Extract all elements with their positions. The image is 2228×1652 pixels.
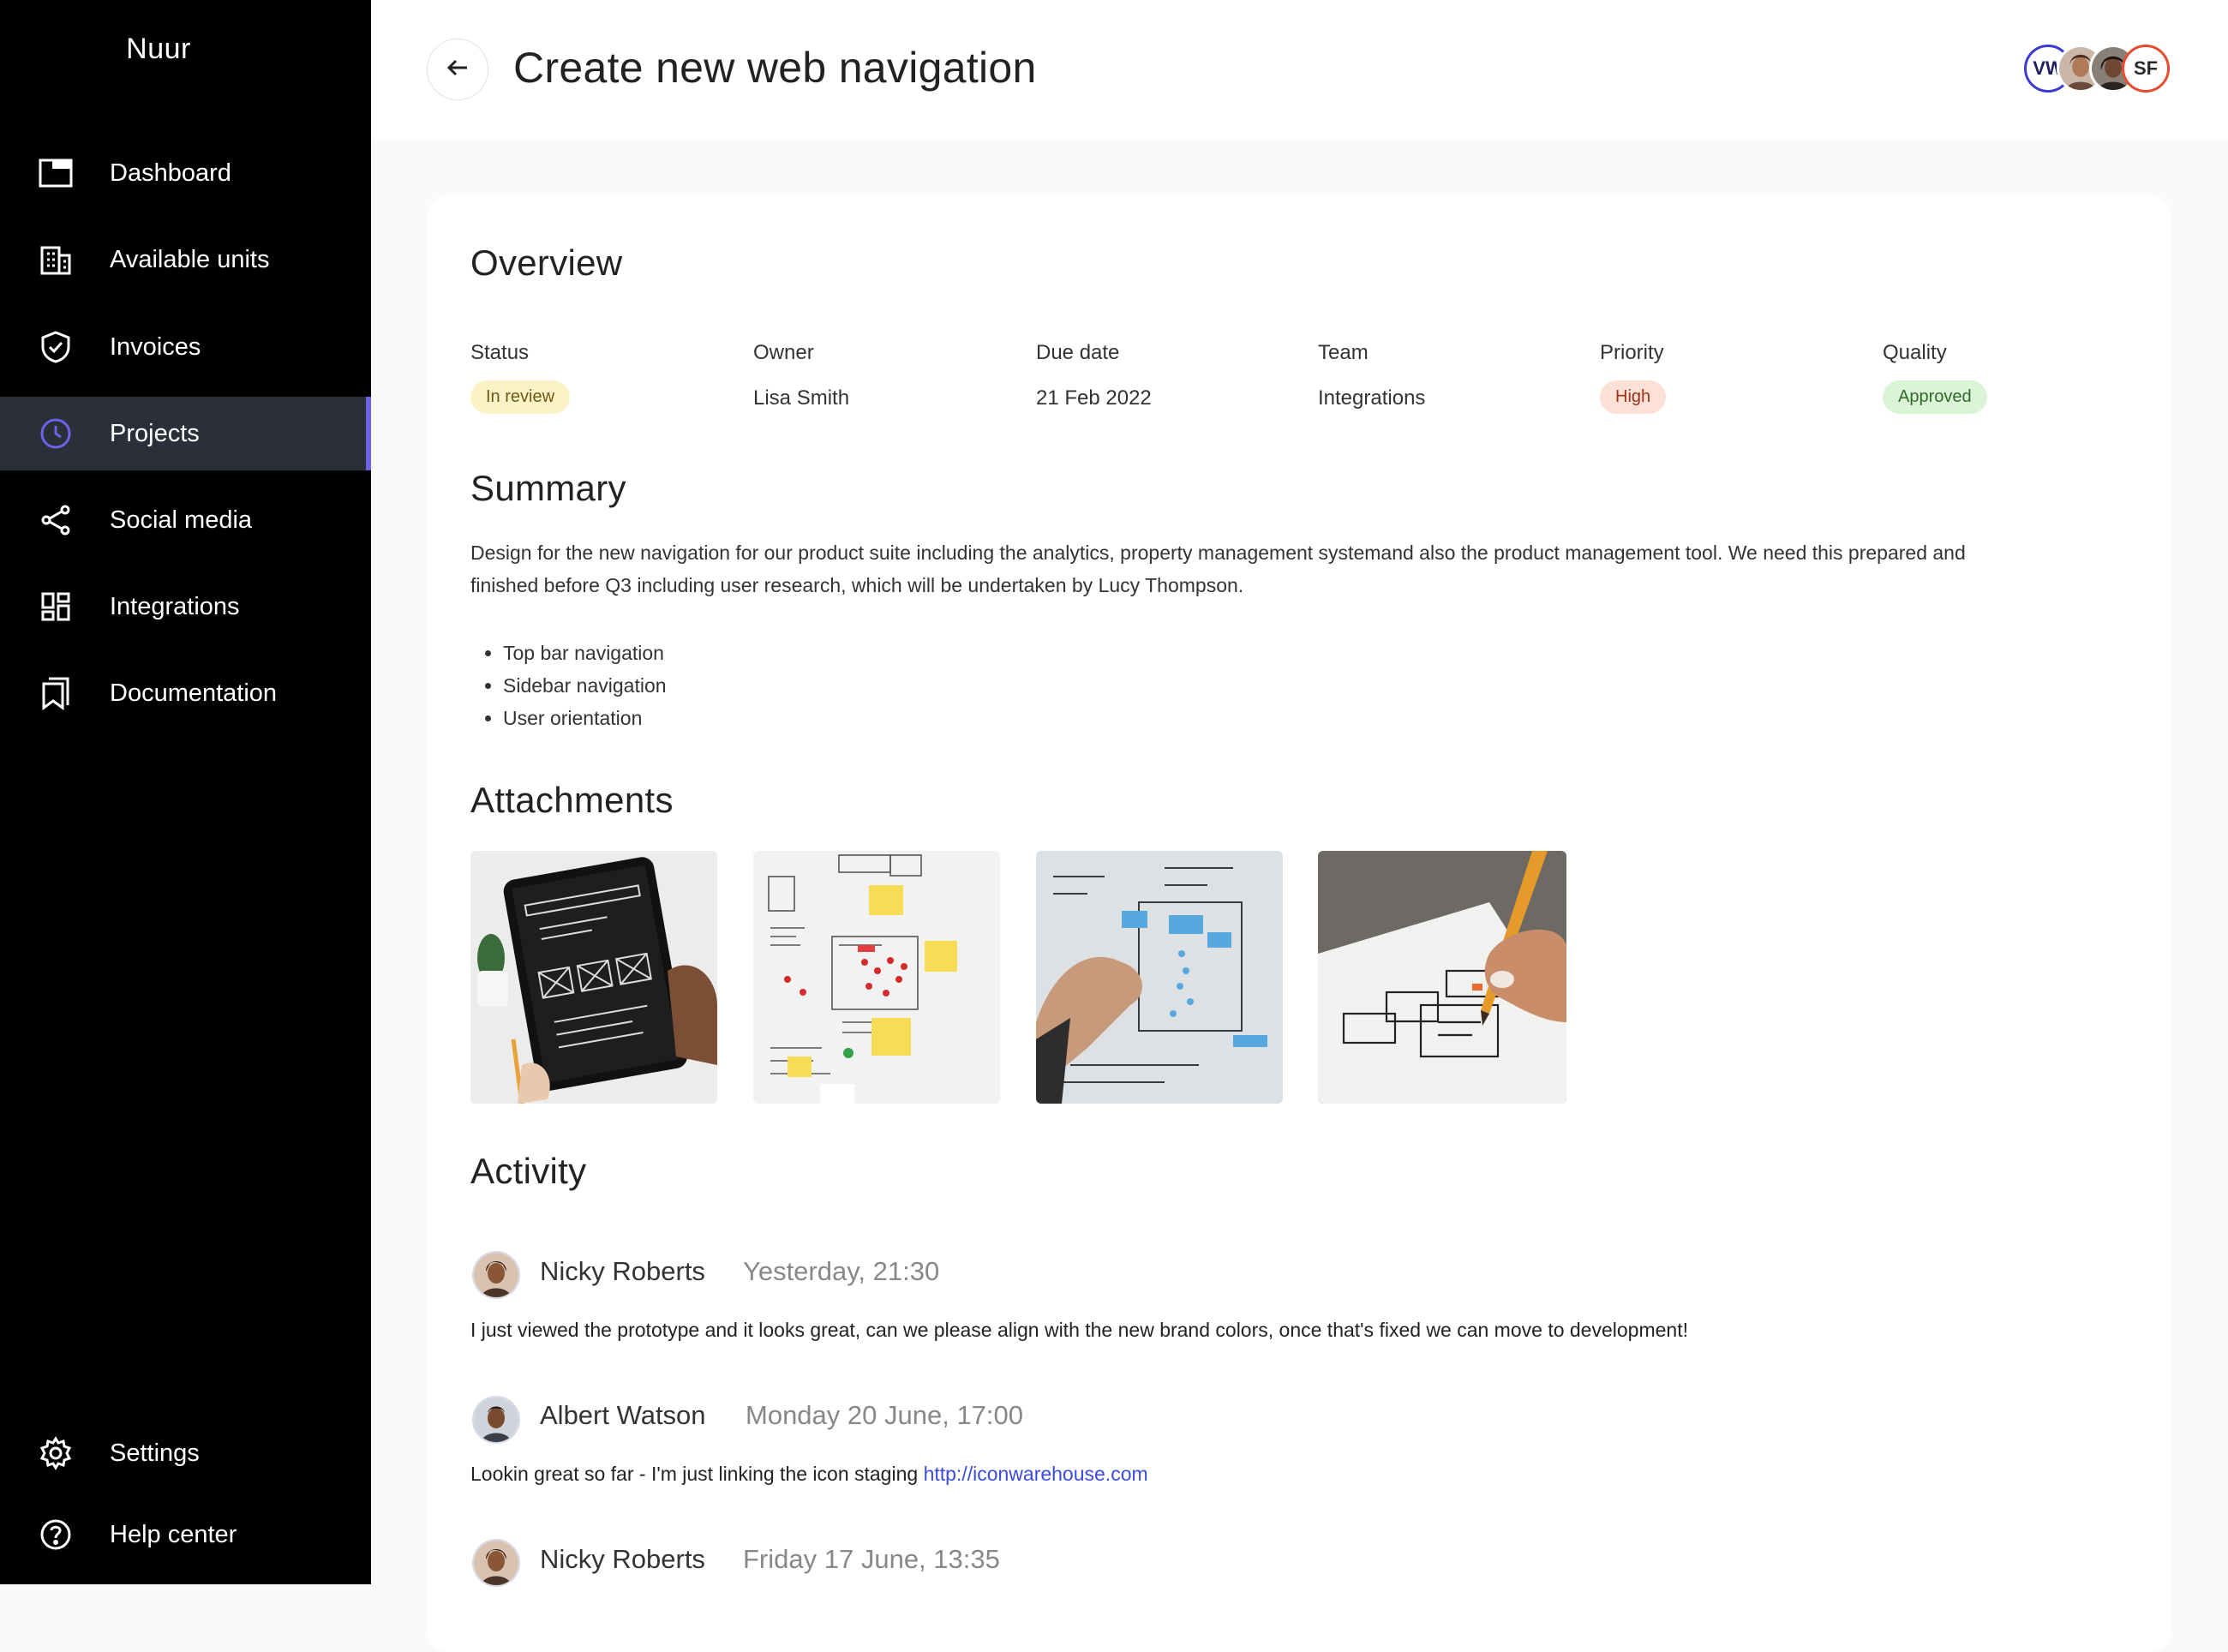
share-icon bbox=[39, 503, 73, 537]
status-label: Status bbox=[470, 341, 530, 364]
summary-text: Design for the new navigation for our pr… bbox=[470, 542, 1966, 596]
quality-badge: Approved bbox=[1883, 380, 1987, 414]
help-icon bbox=[39, 1517, 73, 1552]
page-title: Create new web navigation bbox=[513, 44, 1037, 92]
due-date-label: Due date bbox=[1036, 341, 1120, 364]
activity-heading: Activity bbox=[470, 1151, 587, 1191]
shield-icon bbox=[39, 330, 73, 364]
due-date-value: 21 Feb 2022 bbox=[1036, 386, 1152, 410]
sidebar: Nuur Dashboard Available units Invoices … bbox=[0, 0, 371, 1584]
sidebar-item-documentation[interactable]: Documentation bbox=[0, 656, 371, 730]
priority-badge: High bbox=[1600, 380, 1667, 414]
sidebar-item-label: Integrations bbox=[110, 592, 240, 620]
activity-comment: I just viewed the prototype and it looks… bbox=[470, 1319, 1688, 1341]
quality-field: Quality Approved bbox=[1883, 341, 1987, 414]
summary-heading: Summary bbox=[470, 468, 626, 508]
avatar[interactable]: SF bbox=[2122, 45, 2170, 93]
list-item: Sidebar navigation bbox=[503, 669, 667, 702]
activity-comment-text: Lookin great so far - I'm just linking t… bbox=[470, 1463, 924, 1485]
activity-comment: Lookin great so far - I'm just linking t… bbox=[470, 1463, 1148, 1486]
status-badge: In review bbox=[470, 380, 571, 414]
activity-timestamp: Yesterday, 21:30 bbox=[743, 1256, 940, 1286]
team-field: Team Integrations bbox=[1318, 341, 1425, 410]
summary-bullet-list: Top bar navigation Sidebar navigation Us… bbox=[470, 637, 667, 734]
bookmark-icon bbox=[39, 676, 73, 710]
sidebar-item-help-center[interactable]: Help center bbox=[0, 1498, 371, 1571]
owner-field: Owner Lisa Smith bbox=[753, 341, 849, 410]
priority-field: Priority High bbox=[1600, 341, 1667, 414]
sidebar-item-available-units[interactable]: Available units bbox=[0, 223, 371, 296]
attachment-thumbnail-tablet[interactable] bbox=[470, 851, 717, 1104]
attachments-heading: Attachments bbox=[470, 780, 674, 820]
activity-timestamp: Monday 20 June, 17:00 bbox=[746, 1400, 1024, 1430]
sidebar-item-label: Help center bbox=[110, 1520, 237, 1548]
sidebar-item-label: Invoices bbox=[110, 332, 201, 361]
sidebar-item-integrations[interactable]: Integrations bbox=[0, 570, 371, 643]
avatar[interactable] bbox=[472, 1539, 520, 1587]
activity-author: Nicky Roberts bbox=[540, 1544, 705, 1574]
attachment-thumbnail-whiteboard[interactable] bbox=[753, 851, 1000, 1104]
sidebar-item-projects[interactable]: Projects bbox=[0, 397, 371, 470]
sidebar-item-social-media[interactable]: Social media bbox=[0, 483, 371, 557]
sidebar-item-label: Settings bbox=[110, 1439, 200, 1467]
due-date-field: Due date 21 Feb 2022 bbox=[1036, 341, 1152, 410]
building-icon bbox=[39, 242, 73, 277]
sidebar-item-label: Available units bbox=[110, 245, 270, 273]
list-item: User orientation bbox=[503, 702, 667, 734]
activity-comment-link[interactable]: http://iconwarehouse.com bbox=[924, 1463, 1148, 1485]
activity-author: Nicky Roberts bbox=[540, 1256, 705, 1286]
owner-value: Lisa Smith bbox=[753, 386, 850, 410]
gear-icon bbox=[39, 1436, 73, 1470]
sidebar-item-label: Dashboard bbox=[110, 159, 231, 187]
activity-timestamp: Friday 17 June, 13:35 bbox=[743, 1544, 1000, 1574]
sidebar-item-label: Projects bbox=[110, 419, 200, 447]
activity-author: Albert Watson bbox=[540, 1400, 706, 1430]
priority-label: Priority bbox=[1600, 341, 1664, 364]
sidebar-item-settings[interactable]: Settings bbox=[0, 1416, 371, 1490]
attachment-thumbnail-wall[interactable] bbox=[1036, 851, 1283, 1104]
project-details-card: Overview Status In review Owner Lisa Smi… bbox=[428, 195, 2171, 1652]
avatar[interactable] bbox=[472, 1396, 520, 1444]
sidebar-item-label: Social media bbox=[110, 506, 253, 534]
overview-heading: Overview bbox=[470, 242, 623, 283]
avatar[interactable] bbox=[472, 1251, 520, 1299]
clock-icon bbox=[39, 416, 73, 451]
collaborator-avatars: VW SF bbox=[2024, 45, 2170, 93]
brand-logo[interactable]: Nuur bbox=[0, 33, 317, 66]
team-value: Integrations bbox=[1318, 386, 1426, 410]
attachment-thumbnail-sketch[interactable] bbox=[1318, 851, 1566, 1104]
arrow-left-icon bbox=[446, 58, 469, 81]
sidebar-item-invoices[interactable]: Invoices bbox=[0, 310, 371, 384]
list-item: Top bar navigation bbox=[503, 637, 667, 669]
back-button[interactable] bbox=[427, 39, 488, 100]
owner-label: Owner bbox=[753, 341, 814, 364]
status-field: Status In review bbox=[470, 341, 571, 414]
sidebar-item-dashboard[interactable]: Dashboard bbox=[0, 136, 371, 210]
dashboard-icon bbox=[39, 156, 73, 190]
sidebar-item-label: Documentation bbox=[110, 679, 278, 707]
quality-label: Quality bbox=[1883, 341, 1947, 364]
grid-icon bbox=[39, 590, 73, 624]
team-label: Team bbox=[1318, 341, 1369, 364]
